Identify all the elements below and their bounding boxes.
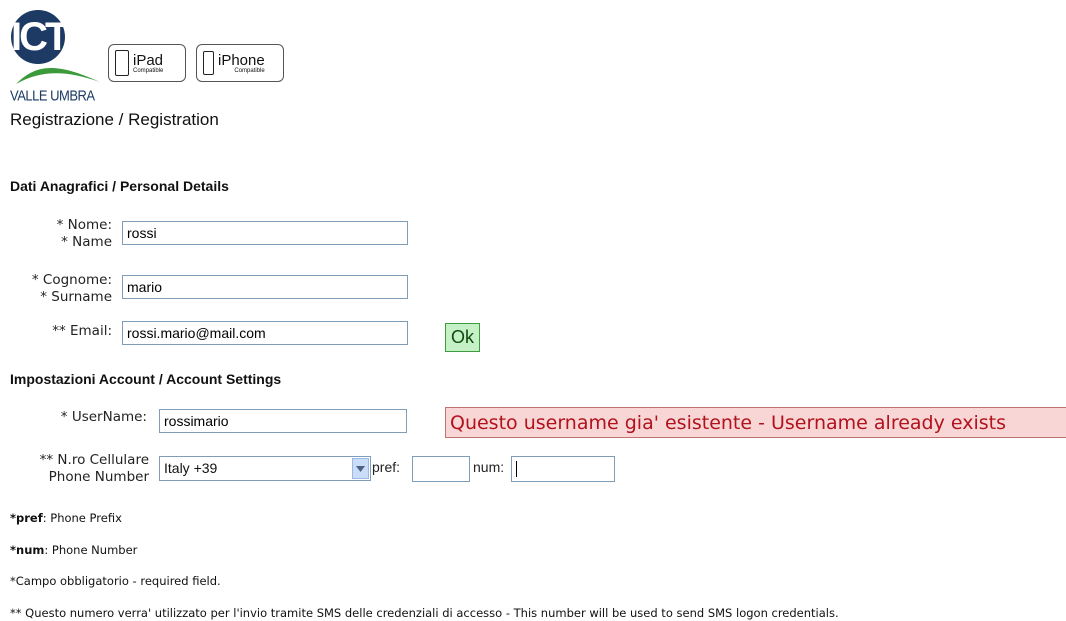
iphone-compatible-badge: iPhone Compatible bbox=[196, 44, 284, 82]
phone-icon bbox=[203, 51, 214, 75]
nome-label-en: * Name bbox=[61, 234, 112, 250]
country-code-select[interactable]: Italy +39 bbox=[159, 456, 371, 481]
cognome-label: * Cognome: * Surname bbox=[10, 272, 112, 306]
num-label: num: bbox=[473, 459, 505, 475]
note-num: *num: Phone Number bbox=[10, 543, 137, 557]
note-pref: *pref: Phone Prefix bbox=[10, 511, 122, 525]
note-num-key: *num bbox=[10, 543, 45, 557]
note-num-text: : Phone Number bbox=[44, 543, 138, 557]
nome-label: * Nome: * Name bbox=[30, 217, 112, 251]
account-settings-heading: Impostazioni Account / Account Settings bbox=[10, 371, 282, 387]
username-error-message: Questo username gia' esistente - Usernam… bbox=[445, 407, 1066, 438]
ipad-badge-caption: Compatible bbox=[133, 67, 164, 74]
cognome-input[interactable]: mario bbox=[122, 275, 408, 299]
email-ok-status: Ok bbox=[445, 323, 480, 352]
username-label: * UserName: bbox=[60, 409, 147, 425]
note-pref-key: *pref bbox=[10, 511, 43, 525]
email-label: ** Email: bbox=[52, 323, 112, 339]
phone-label-it: ** N.ro Cellulare bbox=[39, 452, 149, 468]
num-input[interactable] bbox=[511, 456, 615, 482]
logo-text: ICT bbox=[11, 15, 69, 59]
ipad-badge-label: iPad bbox=[133, 51, 164, 69]
cognome-label-it: * Cognome: bbox=[31, 272, 112, 288]
nome-label-it: * Nome: bbox=[56, 217, 112, 233]
note-sms: ** Questo numero verra' utilizzato per l… bbox=[10, 606, 839, 620]
tablet-icon bbox=[115, 50, 129, 76]
country-code-value: Italy +39 bbox=[164, 460, 218, 476]
page-title: Registrazione / Registration bbox=[10, 110, 219, 129]
phone-label: ** N.ro Cellulare Phone Number bbox=[10, 452, 149, 486]
email-input[interactable]: rossi.mario@mail.com bbox=[122, 321, 408, 345]
username-input[interactable]: rossimario bbox=[159, 409, 407, 433]
pref-input[interactable] bbox=[412, 456, 470, 482]
nome-input[interactable]: rossi bbox=[122, 221, 408, 245]
chevron-down-icon[interactable] bbox=[352, 458, 369, 479]
phone-label-en: Phone Number bbox=[48, 469, 149, 485]
ipad-compatible-badge: iPad Compatible bbox=[108, 44, 186, 82]
cognome-label-en: * Surname bbox=[40, 289, 112, 305]
personal-details-heading: Dati Anagrafici / Personal Details bbox=[10, 178, 229, 194]
note-pref-text: : Phone Prefix bbox=[42, 511, 122, 525]
logo-subtitle: VALLE UMBRA bbox=[10, 87, 95, 104]
text-cursor bbox=[516, 461, 517, 478]
logo-swoosh-icon bbox=[16, 67, 100, 84]
iphone-badge-label: iPhone bbox=[218, 51, 265, 69]
pref-label: pref: bbox=[372, 459, 401, 475]
note-required: *Campo obbligatorio - required field. bbox=[10, 574, 221, 588]
